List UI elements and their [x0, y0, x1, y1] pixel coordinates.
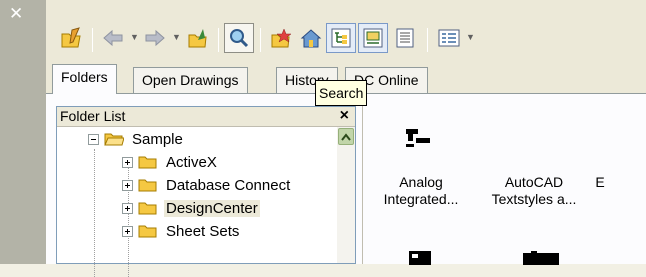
- block-thumbnail-icon[interactable]: [404, 126, 434, 150]
- search-icon: [230, 29, 249, 48]
- expand-icon[interactable]: [122, 156, 133, 168]
- tab-folders[interactable]: Folders: [52, 64, 117, 94]
- back-dropdown-icon[interactable]: ▼: [130, 32, 139, 42]
- panel-close-icon[interactable]: ×: [340, 107, 349, 125]
- design-center-window: ▼ ▼ ▼ Folders Open Drawings History DC O…: [46, 0, 646, 277]
- favorites-button[interactable]: [266, 23, 296, 53]
- content-area: Folder List × Sample ActiveX Database Co…: [46, 93, 646, 277]
- tab-open-drawings[interactable]: Open Drawings: [133, 67, 248, 93]
- forward-button[interactable]: [140, 23, 170, 53]
- views-dropdown-icon[interactable]: ▼: [466, 32, 475, 42]
- tree-item-label: Sample: [132, 130, 183, 148]
- close-icon[interactable]: ✕: [9, 6, 23, 23]
- tree-item-label: Sheet Sets: [166, 222, 240, 240]
- search-button[interactable]: [224, 23, 254, 53]
- content-items-area: Analog Integrated... AutoCAD Textstyles …: [362, 94, 646, 265]
- item-name-line2: E: [595, 174, 605, 190]
- block-thumbnail-icon[interactable]: [523, 251, 559, 265]
- home-icon: [300, 29, 322, 48]
- content-item[interactable]: AutoCAD Textstyles a...: [479, 174, 589, 208]
- collapse-icon[interactable]: [88, 133, 99, 145]
- tree-item-label: Database Connect: [166, 176, 291, 194]
- tree-item-activex[interactable]: ActiveX: [122, 151, 219, 173]
- tree-view-toggle-button[interactable]: [326, 23, 356, 53]
- item-name-line1: AutoCAD: [504, 174, 564, 190]
- folder-list-panel: Folder List × Sample ActiveX Database Co…: [56, 106, 356, 277]
- tree-toggle-icon: [331, 28, 351, 48]
- panel-header: Folder List ×: [57, 107, 355, 127]
- panel-title: Folder List: [60, 108, 126, 124]
- up-button[interactable]: [183, 23, 213, 53]
- views-button[interactable]: [434, 23, 464, 53]
- expand-icon[interactable]: [122, 202, 133, 214]
- preview-icon: [363, 28, 383, 48]
- folder-pencil-icon: [61, 27, 81, 48]
- folder-icon: [138, 225, 157, 238]
- description-button[interactable]: [390, 23, 420, 53]
- expand-icon[interactable]: [122, 225, 133, 237]
- tree-item-label: DesignCenter: [164, 199, 260, 217]
- scroll-up-button[interactable]: [338, 128, 354, 145]
- expand-icon[interactable]: [122, 179, 133, 191]
- views-icon: [438, 29, 460, 47]
- forward-dropdown-icon[interactable]: ▼: [172, 32, 181, 42]
- vertical-scrollbar[interactable]: [337, 127, 355, 263]
- tree-item-database-connect[interactable]: Database Connect: [122, 174, 292, 196]
- folder-icon: [138, 179, 157, 192]
- folder-icon: [138, 156, 157, 169]
- open-folder-icon: [104, 133, 124, 146]
- chevron-up-icon: [341, 132, 351, 141]
- tree-item-sheet-sets[interactable]: Sheet Sets: [122, 220, 241, 242]
- favorites-icon: [271, 28, 292, 48]
- toolbar: ▼ ▼ ▼: [46, 20, 646, 64]
- item-name-line2: Textstyles a...: [491, 191, 577, 207]
- home-button[interactable]: [296, 23, 326, 53]
- content-item[interactable]: E: [593, 174, 607, 191]
- palette-title-bar[interactable]: ✕: [0, 0, 46, 264]
- up-folder-icon: [188, 29, 207, 48]
- item-name-line2: Integrated...: [383, 191, 459, 207]
- block-thumbnail-icon[interactable]: [407, 249, 437, 265]
- description-icon: [396, 28, 414, 48]
- tree-item-label: ActiveX: [166, 153, 217, 171]
- content-item[interactable]: Analog Integrated...: [371, 174, 471, 208]
- tree-item-sample[interactable]: Sample: [88, 128, 185, 150]
- search-tooltip: Search: [315, 80, 368, 106]
- back-arrow-icon: [103, 29, 123, 47]
- tree-item-designcenter[interactable]: DesignCenter: [122, 197, 260, 219]
- folder-icon: [138, 202, 157, 215]
- item-name-line1: Analog: [399, 174, 443, 190]
- preview-button[interactable]: [358, 23, 388, 53]
- back-button[interactable]: [98, 23, 128, 53]
- load-button[interactable]: [56, 23, 86, 53]
- forward-arrow-icon: [145, 29, 165, 47]
